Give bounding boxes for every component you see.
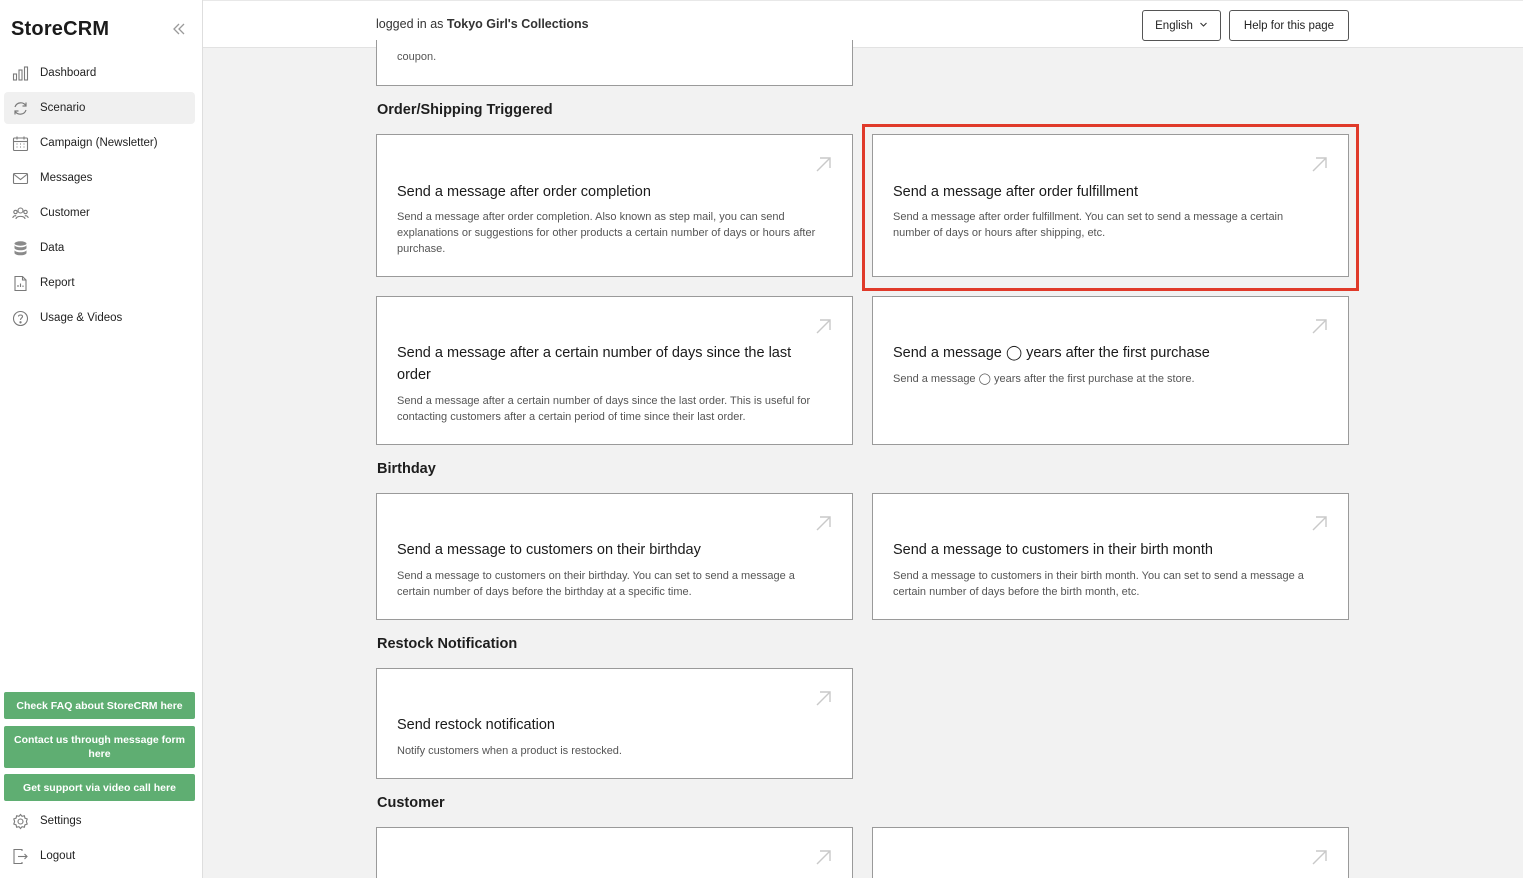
sidebar-item-report[interactable]: Report <box>4 267 195 299</box>
arrow-up-right-icon <box>815 690 832 707</box>
section-heading-birthday: Birthday <box>377 461 436 477</box>
login-prefix: logged in as <box>376 17 444 31</box>
sidebar-nav: Dashboard Scenario Campaign (Newsletter)… <box>4 57 195 337</box>
document-icon <box>12 275 29 292</box>
mail-icon <box>12 170 29 187</box>
sidebar-item-messages[interactable]: Messages <box>4 162 195 194</box>
contact-form-button[interactable]: Contact us through message form here <box>4 726 195 768</box>
card-title: Send a message after order fulfillment <box>893 184 1139 200</box>
arrow-up-right-icon <box>1311 156 1328 173</box>
sidebar-item-label: Campaign (Newsletter) <box>40 137 158 149</box>
scenario-card-partial[interactable]: coupon. <box>376 40 853 86</box>
chevron-down-icon <box>1199 20 1208 32</box>
language-label: English <box>1155 19 1193 32</box>
scenario-card-days-since-last-order[interactable]: Send a message after a certain number of… <box>376 296 853 445</box>
sidebar-item-label: Logout <box>40 850 76 862</box>
scenario-card-birthday[interactable]: Send a message to customers on their bir… <box>376 493 853 620</box>
sidebar-item-logout[interactable]: Logout <box>4 840 195 872</box>
arrow-up-right-icon <box>1311 515 1328 532</box>
scenario-card-restock[interactable]: Send restock notification Notify custome… <box>376 668 853 779</box>
arrow-up-right-icon <box>815 156 832 173</box>
sidebar-item-campaign[interactable]: Campaign (Newsletter) <box>4 127 195 159</box>
sidebar-item-settings[interactable]: Settings <box>4 805 195 837</box>
card-title: Send a message after a certain number of… <box>397 345 792 383</box>
section-heading-customer: Customer <box>377 795 445 811</box>
login-status: logged in as Tokyo Girl's Collections <box>376 17 589 31</box>
store-name: Tokyo Girl's Collections <box>446 17 589 31</box>
card-title: Send a message after order completion <box>397 184 651 200</box>
card-description: Send a message to customers in their bir… <box>893 570 1304 598</box>
card-description: Send a message after a certain number of… <box>397 395 811 423</box>
app-logo[interactable]: StoreCRM <box>11 18 109 41</box>
logout-icon <box>12 848 29 865</box>
scenario-card-order-completion[interactable]: Send a message after order completion Se… <box>376 134 853 277</box>
sidebar-item-label: Scenario <box>40 102 86 114</box>
arrow-up-right-icon <box>815 318 832 335</box>
sidebar-item-label: Settings <box>40 815 82 827</box>
card-title: Send a message to customers in their bir… <box>893 542 1213 558</box>
arrow-up-right-icon <box>1311 318 1328 335</box>
sidebar-item-label: Data <box>40 242 65 254</box>
arrow-up-right-icon <box>1311 849 1328 866</box>
scenario-card-birth-month[interactable]: Send a message to customers in their bir… <box>872 493 1349 620</box>
card-description: Send a message after order completion. A… <box>397 211 816 255</box>
card-description: Send a message after order fulfillment. … <box>893 211 1284 239</box>
card-description: Send a message ◯ years after the first p… <box>893 373 1195 385</box>
faq-button[interactable]: Check FAQ about StoreCRM here <box>4 692 195 719</box>
card-description: Notify customers when a product is resto… <box>397 745 622 757</box>
video-call-button[interactable]: Get support via video call here <box>4 774 195 801</box>
arrow-up-right-icon <box>815 849 832 866</box>
help-circle-icon <box>12 310 29 327</box>
sidebar-item-label: Messages <box>40 172 93 184</box>
card-description: coupon. <box>397 51 437 63</box>
help-for-page-button[interactable]: Help for this page <box>1229 10 1349 41</box>
scenario-card-customer-1[interactable] <box>376 827 853 878</box>
sidebar-item-label: Customer <box>40 207 90 219</box>
scenario-card-years-after-first-purchase[interactable]: Send a message ◯ years after the first p… <box>872 296 1349 445</box>
sidebar-item-customer[interactable]: Customer <box>4 197 195 229</box>
refresh-icon <box>12 100 29 117</box>
collapse-sidebar-icon[interactable] <box>170 20 188 38</box>
card-title: Send a message ◯ years after the first p… <box>893 345 1210 361</box>
scenario-card-order-fulfillment[interactable]: Send a message after order fulfillment S… <box>872 134 1349 277</box>
calendar-icon <box>12 135 29 152</box>
sidebar-item-usage-videos[interactable]: Usage & Videos <box>4 302 195 334</box>
sidebar-item-label: Usage & Videos <box>40 312 123 324</box>
bar-chart-icon <box>12 65 29 82</box>
section-heading-order: Order/Shipping Triggered <box>377 102 553 118</box>
gear-icon <box>12 813 29 830</box>
database-icon <box>12 240 29 257</box>
section-heading-restock: Restock Notification <box>377 636 518 652</box>
language-select[interactable]: English <box>1142 10 1221 41</box>
card-title: Send a message to customers on their bir… <box>397 542 701 558</box>
users-icon <box>12 205 29 222</box>
scenario-card-customer-2[interactable] <box>872 827 1349 878</box>
sidebar-item-data[interactable]: Data <box>4 232 195 264</box>
sidebar-item-label: Dashboard <box>40 67 97 79</box>
sidebar-item-dashboard[interactable]: Dashboard <box>4 57 195 89</box>
card-title: Send restock notification <box>397 717 555 733</box>
sidebar-item-label: Report <box>40 277 75 289</box>
sidebar-item-scenario[interactable]: Scenario <box>4 92 195 124</box>
arrow-up-right-icon <box>815 515 832 532</box>
sidebar-bottom-nav: Settings Logout <box>4 805 195 875</box>
card-description: Send a message to customers on their bir… <box>397 570 795 598</box>
sidebar: StoreCRM Dashboard Scenario Campaign (Ne… <box>0 0 203 878</box>
